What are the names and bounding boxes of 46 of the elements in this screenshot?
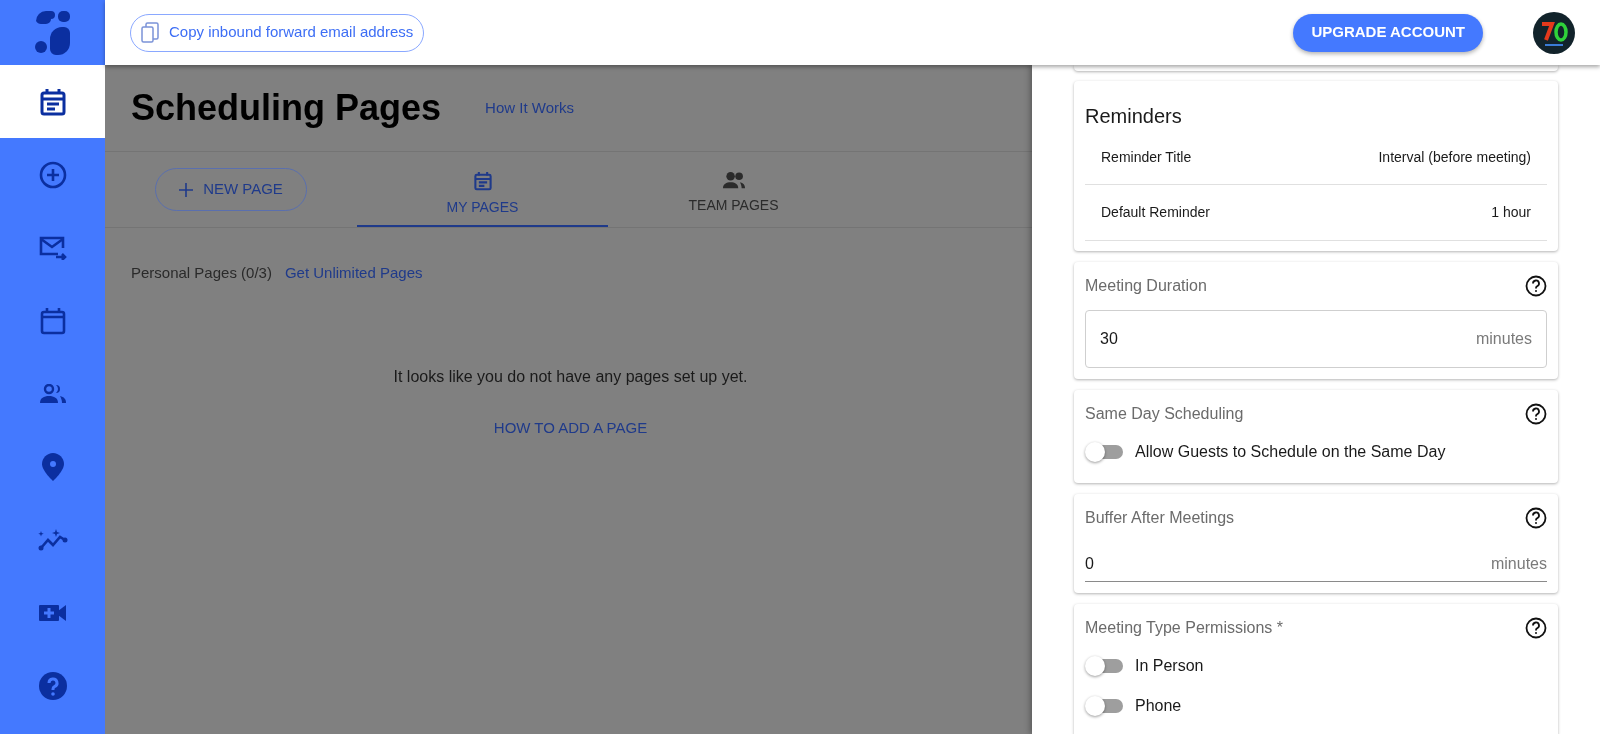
video-add-icon xyxy=(38,602,67,623)
get-unlimited-pages-link[interactable]: Get Unlimited Pages xyxy=(284,262,423,285)
table-cell-text: Default Reminder xyxy=(1101,203,1210,222)
card-title: Reminders xyxy=(1085,104,1183,129)
section-label: Meeting Type Permissions * xyxy=(1085,618,1283,638)
toggle-switch[interactable] xyxy=(1085,696,1123,716)
sparkle-chart-icon xyxy=(37,528,68,551)
empty-state-message: It looks like you do not have any pages set up yet. xyxy=(393,366,748,387)
mail-forward-icon xyxy=(38,235,67,260)
upgrade-account-button[interactable]: UPGRADE ACCOUNT xyxy=(1293,13,1483,52)
toggle-switch[interactable] xyxy=(1085,656,1123,676)
input-field[interactable]: 0 minutes xyxy=(1085,546,1547,582)
help-icon[interactable] xyxy=(1525,275,1547,297)
toggle-label: Phone xyxy=(1135,696,1182,716)
sidebar-item[interactable] xyxy=(0,65,105,138)
section-label: Buffer After Meetings xyxy=(1085,508,1235,528)
help-icon[interactable] xyxy=(1525,403,1547,425)
calendar-icon xyxy=(39,87,66,116)
people-icon xyxy=(721,172,746,189)
plus-icon xyxy=(179,182,194,197)
toggle-label: Allow Guests to Schedule on the Same Day xyxy=(1135,442,1446,462)
input-field[interactable]: 30 minutes xyxy=(1085,310,1547,368)
tab[interactable]: TEAM PAGES xyxy=(608,163,859,227)
help-icon xyxy=(38,671,67,700)
toggle-label: In Person xyxy=(1135,656,1204,676)
how-it-works-link[interactable]: How It Works xyxy=(485,96,574,120)
column-header: Interval (before meeting) xyxy=(1378,148,1531,167)
copy-icon xyxy=(141,21,159,44)
toggle-switch[interactable] xyxy=(1085,442,1123,462)
calendar-icon xyxy=(39,306,66,335)
help-icon[interactable] xyxy=(1525,507,1547,529)
avatar[interactable] xyxy=(1533,11,1575,54)
page-title: Scheduling Pages xyxy=(131,86,442,130)
location-pin-icon xyxy=(41,452,64,481)
personal-pages-count: Personal Pages (0/3) xyxy=(131,263,272,283)
people-icon xyxy=(38,383,67,404)
how-to-add-page-link[interactable]: HOW TO ADD A PAGE xyxy=(493,416,648,439)
section-label: Meeting Duration xyxy=(1085,276,1207,296)
help-icon[interactable] xyxy=(1525,617,1547,639)
section-label: Same Day Scheduling xyxy=(1085,404,1244,424)
tab[interactable]: MY PAGES xyxy=(357,163,608,227)
add-circle-icon xyxy=(38,160,67,189)
column-header: Reminder Title xyxy=(1101,148,1192,167)
app-logo-icon[interactable] xyxy=(33,10,72,55)
calendar-icon xyxy=(473,170,492,191)
table-cell-text: 1 hour xyxy=(1491,203,1531,222)
